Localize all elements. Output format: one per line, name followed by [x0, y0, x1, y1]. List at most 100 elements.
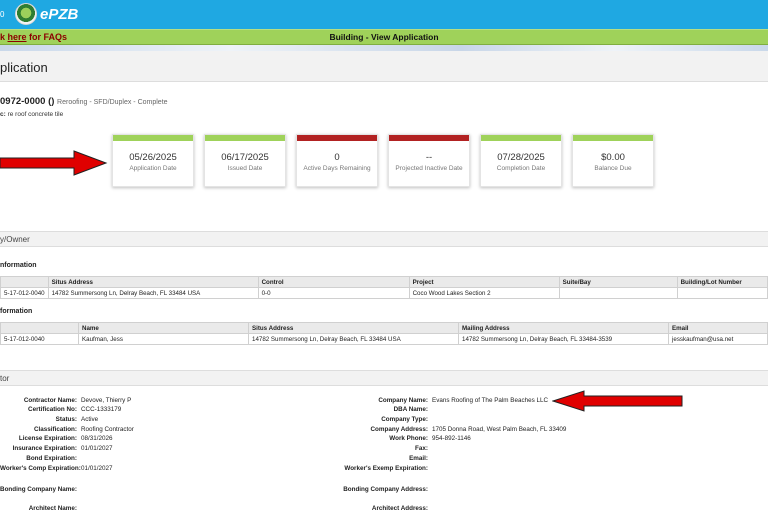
classification-value: Roofing Contractor [81, 426, 134, 433]
dba-name-label: DBA Name: [393, 406, 428, 413]
contractor-name-value: Devove, Thierry P [81, 397, 132, 404]
card-label: Projected Inactive Date [395, 165, 463, 172]
card-label: Completion Date [496, 165, 546, 172]
building-lot-cell [676, 287, 768, 299]
permit-type: Reroofing - SFD/Duplex - Complete [57, 99, 168, 106]
situs-address-cell: 14782 Summersong Ln, Delray Beach, FL 33… [248, 333, 459, 345]
license-expiration-value: 08/31/2026 [81, 435, 113, 442]
table-row: 5-17-012-0040 14782 Summersong Ln, Delra… [0, 287, 768, 299]
contractor-name-label: Contractor Name: [23, 397, 77, 404]
company-type-label: Company Type: [381, 416, 428, 423]
page-title-bar: plication [0, 51, 768, 82]
contractor-section-header[interactable]: tor [0, 370, 768, 386]
card-stripe [389, 135, 469, 141]
column-header: Control [257, 276, 410, 288]
parcel-id-cell[interactable]: 5-17-012-0040 [0, 287, 49, 299]
column-header: Mailing Address [458, 322, 669, 334]
suite-bay-cell [558, 287, 678, 299]
company-address-value: 1705 Donna Road, West Palm Beach, FL 334… [432, 426, 567, 433]
company-name-value: Evans Roofing of The Palm Beaches LLC [432, 397, 549, 404]
permit-number: 0972-0000 () Reroofing - SFD/Duplex - Co… [0, 96, 168, 107]
card-projected-inactive: -- Projected Inactive Date [388, 134, 470, 187]
page-title: plication [0, 60, 48, 75]
column-header: Project [408, 276, 560, 288]
certification-label: Certification No: [28, 406, 77, 413]
status-value: Active [81, 416, 99, 423]
email-cell: jesskaufman@usa.net [668, 333, 768, 345]
property-owner-section-header[interactable]: y/Owner [0, 231, 768, 247]
table-header-row: Situs Address Control Project Suite/Bay … [0, 276, 768, 288]
classification-label: Classification: [33, 426, 77, 433]
description-label: c: [0, 111, 6, 118]
company-name-label: Company Name: [378, 397, 428, 404]
fax-label: Fax: [415, 445, 428, 452]
work-phone-label: Work Phone: [389, 435, 428, 442]
card-label: Issued Date [227, 165, 263, 172]
owner-table: Name Situs Address Mailing Address Email… [0, 322, 768, 345]
situs-address-cell: 14782 Summersong Ln, Delray Beach, FL 33… [47, 287, 259, 299]
card-issued-date: 06/17/2025 Issued Date [204, 134, 286, 187]
column-header: Name [78, 322, 249, 334]
card-value: 07/28/2025 [497, 152, 545, 163]
county-seal-logo[interactable] [15, 3, 37, 25]
architect-address-label: Architect Address: [371, 505, 428, 512]
column-header [0, 322, 79, 334]
card-value: 05/26/2025 [129, 152, 177, 163]
bonding-company-address-label: Bonding Company Address: [343, 486, 428, 493]
insurance-expiration-value: 01/01/2027 [81, 445, 113, 452]
red-arrow-annotation [552, 390, 683, 412]
section-title: y/Owner [0, 235, 30, 244]
card-label: Application Date [129, 165, 177, 172]
card-label: Balance Due [594, 165, 632, 172]
owner-info-heading: formation [0, 308, 33, 315]
card-balance-due: $0.00 Balance Due [572, 134, 654, 187]
card-value: -- [425, 152, 433, 163]
left-edge-glyph: 0 [0, 10, 5, 19]
owner-name-cell: Kaufman, Jess [78, 333, 249, 345]
card-active-days: 0 Active Days Remaining [296, 134, 378, 187]
card-value: 06/17/2025 [221, 152, 269, 163]
parcel-table: Situs Address Control Project Suite/Bay … [0, 276, 768, 299]
section-title: tor [0, 374, 10, 383]
permit-description: c: re roof concrete tile [0, 111, 63, 118]
control-cell: 0-0 [257, 287, 410, 299]
column-header: Email [668, 322, 768, 334]
bonding-company-name-label: Bonding Company Name: [0, 486, 77, 493]
certification-value: CCC-1333179 [81, 406, 122, 413]
column-header: Situs Address [248, 322, 459, 334]
column-header [0, 276, 49, 288]
card-completion-date: 07/28/2025 Completion Date [480, 134, 562, 187]
card-value: $0.00 [601, 152, 625, 163]
card-stripe [481, 135, 561, 141]
work-phone-value: 954-892-1146 [432, 435, 471, 442]
top-header: 0 ePZB [0, 0, 768, 29]
status-label: Status: [55, 416, 77, 423]
insurance-expiration-label: Insurance Expiration: [12, 445, 77, 452]
nav-bar: k here for FAQs Building - View Applicat… [0, 29, 768, 45]
view-title: Building - View Application [329, 32, 439, 42]
description-value: re roof concrete tile [7, 111, 64, 118]
card-stripe [573, 135, 653, 141]
card-value: 0 [334, 152, 340, 163]
table-row: 5-17-012-0040 Kaufman, Jess 14782 Summer… [0, 333, 768, 345]
permit-number-text: 0972-0000 () [0, 96, 55, 107]
column-header: Suite/Bay [558, 276, 678, 288]
column-header: Building/Lot Number [676, 276, 768, 288]
card-label: Active Days Remaining [303, 165, 371, 172]
column-header: Situs Address [47, 276, 259, 288]
workers-comp-expiration-label: Worker's Comp Expiration: [0, 465, 81, 472]
parcel-info-heading: nformation [0, 262, 37, 269]
mailing-address-cell: 14782 Summersong Ln, Delray Beach, FL 33… [458, 333, 669, 345]
email-label: Email: [409, 455, 428, 462]
parcel-id-cell[interactable]: 5-17-012-0040 [0, 333, 79, 345]
architect-name-label: Architect Name: [28, 505, 77, 512]
card-application-date: 05/26/2025 Application Date [112, 134, 194, 187]
card-stripe [205, 135, 285, 141]
workers-exemp-expiration-label: Worker's Exemp Expiration: [344, 465, 428, 472]
workers-comp-expiration-value: 01/01/2027 [81, 465, 113, 472]
project-cell: Coco Wood Lakes Section 2 [408, 287, 560, 299]
card-stripe [113, 135, 193, 141]
app-logo-text[interactable]: ePZB [40, 6, 78, 23]
card-stripe [297, 135, 377, 141]
table-header-row: Name Situs Address Mailing Address Email [0, 322, 768, 334]
